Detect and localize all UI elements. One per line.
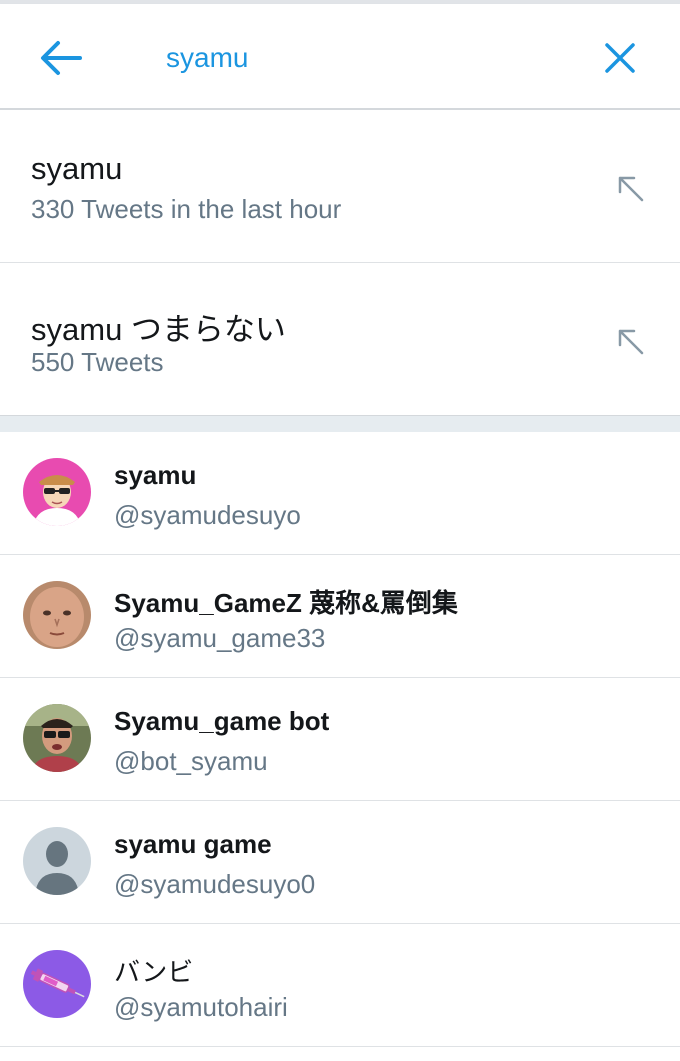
face-photo-avatar	[23, 581, 91, 649]
user-result-row[interactable]: Syamu_game bot @bot_syamu	[0, 678, 680, 801]
suggestion-subtitle: 330 Tweets in the last hour	[31, 194, 342, 224]
suggestion-title: syamu	[31, 151, 123, 186]
search-suggestion[interactable]: syamu 330 Tweets in the last hour	[0, 110, 680, 263]
avatar[interactable]	[23, 458, 91, 526]
cartoon-sunglasses-avatar	[23, 458, 91, 526]
user-handle: @syamudesuyo	[114, 500, 301, 530]
close-icon	[605, 43, 635, 73]
avatar[interactable]	[23, 704, 91, 772]
suggestion-subtitle: 550 Tweets	[31, 347, 164, 377]
search-suggestion[interactable]: syamu つまらない 550 Tweets	[0, 263, 680, 415]
back-button[interactable]	[30, 31, 90, 85]
user-display-name: syamu	[114, 460, 197, 490]
avatar[interactable]	[23, 950, 91, 1018]
default-person-avatar	[23, 827, 91, 895]
user-display-name: バンビ	[114, 957, 194, 987]
syringe-purple-avatar	[23, 950, 91, 1018]
arrow-up-left-icon[interactable]	[612, 170, 648, 206]
user-handle: @syamu_game33	[114, 623, 326, 653]
user-display-name: Syamu_GameZ 蔑称&罵倒集	[114, 588, 458, 618]
section-divider	[0, 415, 680, 433]
user-result-row[interactable]: syamu game @syamudesuyo0	[0, 801, 680, 924]
user-display-name: syamu game	[114, 829, 272, 859]
user-result-row[interactable]: Syamu_GameZ 蔑称&罵倒集 @syamu_game33	[0, 555, 680, 678]
search-input[interactable]	[150, 38, 562, 78]
avatar[interactable]	[23, 827, 91, 895]
user-handle: @syamutohairi	[114, 992, 288, 1022]
arrow-up-left-icon[interactable]	[612, 323, 648, 359]
user-handle: @bot_syamu	[114, 746, 268, 776]
suggestion-title: syamu つまらない	[31, 312, 286, 347]
avatar[interactable]	[23, 581, 91, 649]
user-handle: @syamudesuyo0	[114, 869, 316, 899]
user-display-name: Syamu_game bot	[114, 706, 330, 736]
arrow-left-icon	[41, 41, 82, 75]
user-result-row[interactable]: syamu @syamudesuyo	[0, 432, 680, 555]
sunglasses-photo-avatar	[23, 704, 91, 772]
clear-search-button[interactable]	[592, 31, 648, 85]
search-bar	[0, 4, 680, 110]
user-result-row[interactable]: バンビ @syamutohairi	[0, 924, 680, 1047]
